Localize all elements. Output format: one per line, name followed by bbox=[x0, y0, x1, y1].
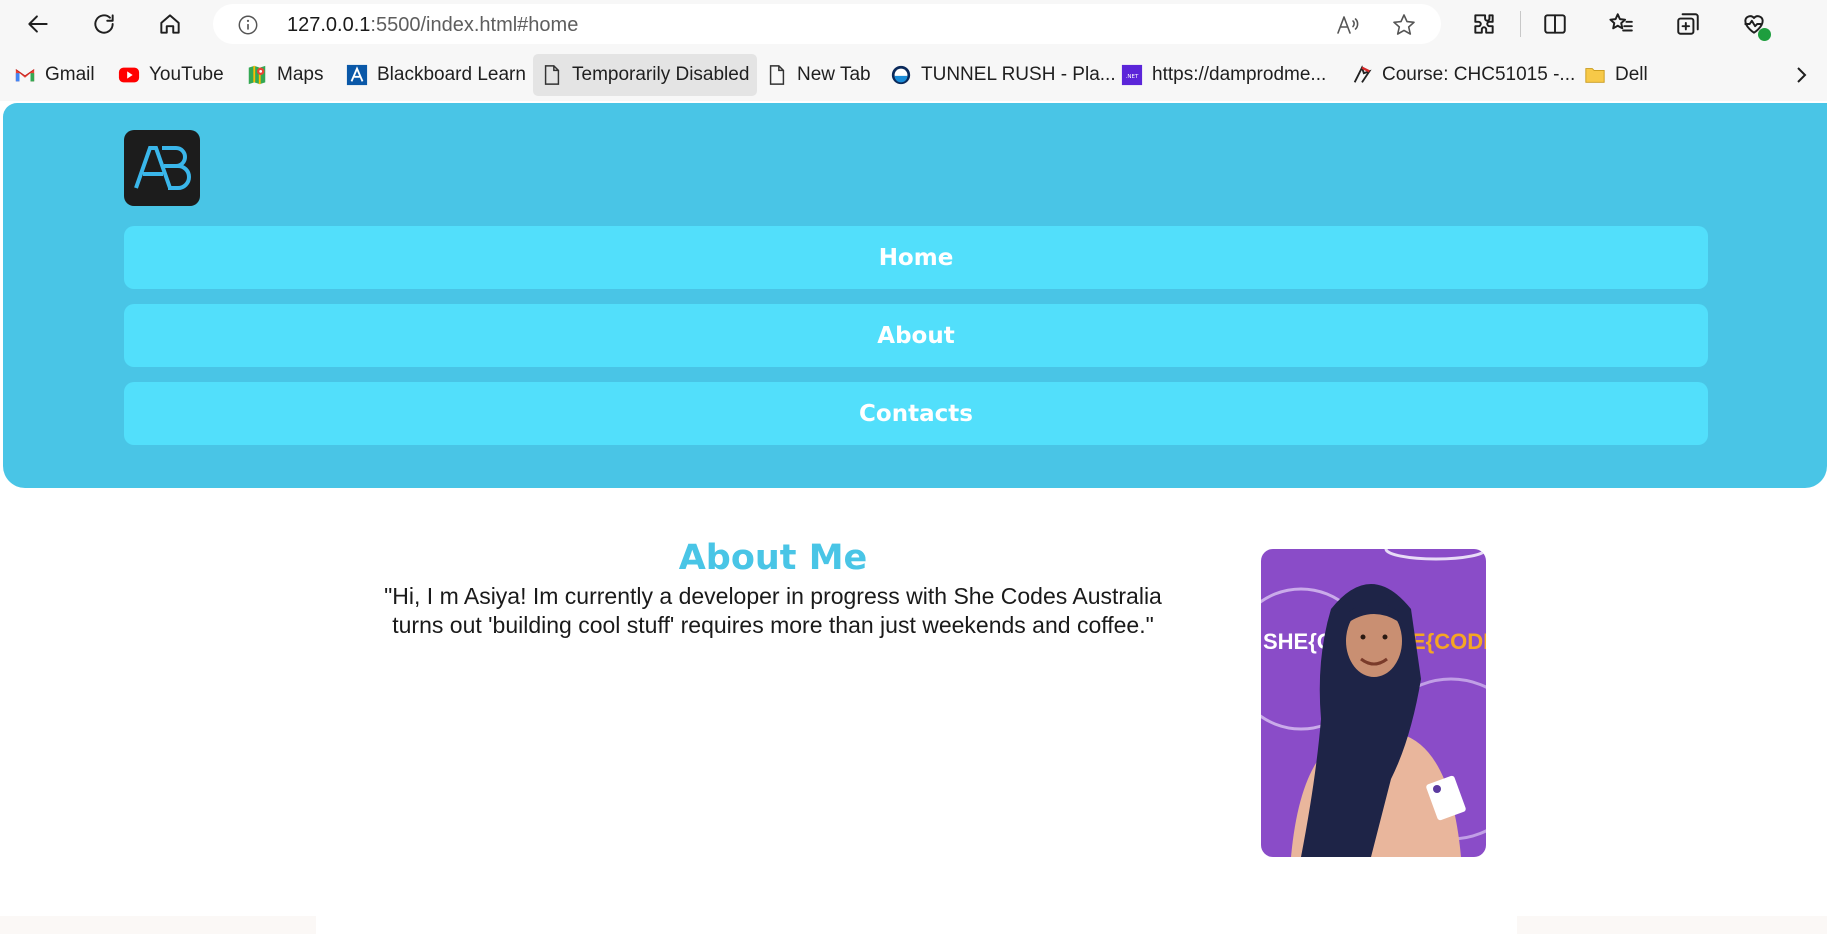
favorites-list-icon bbox=[1609, 13, 1633, 32]
read-aloud-icon[interactable] bbox=[1335, 12, 1361, 38]
bookmark-label: TUNNEL RUSH - Pla... bbox=[921, 64, 1116, 85]
bookmark-gmail[interactable]: Gmail bbox=[14, 61, 95, 89]
nav-about[interactable]: About bbox=[124, 304, 1708, 367]
home-button[interactable] bbox=[152, 6, 188, 42]
bookmark-maps[interactable]: Maps bbox=[246, 61, 323, 89]
dotnet-icon: .NET bbox=[1121, 64, 1143, 86]
bookmarks-more-button[interactable] bbox=[1789, 63, 1813, 87]
address-bar[interactable]: 127.0.0.1:5500/index.html#home bbox=[213, 4, 1441, 44]
bookmark-label: Gmail bbox=[45, 64, 95, 85]
bookmark-label: Blackboard Learn bbox=[377, 64, 526, 85]
page-viewport: Home About Contacts bbox=[0, 101, 1827, 934]
about-line-2: turns out 'building cool stuff' requires… bbox=[392, 612, 1154, 638]
maps-icon bbox=[246, 64, 268, 86]
course-icon bbox=[1351, 64, 1373, 86]
collections-icon bbox=[1677, 13, 1699, 35]
nav-about-label: About bbox=[877, 322, 955, 349]
footer-strip-right bbox=[1517, 916, 1827, 934]
bookmark-label: New Tab bbox=[797, 64, 871, 85]
photo-banner-right: E{CODES} bbox=[1411, 629, 1486, 654]
bookmark-dell-folder[interactable]: Dell bbox=[1584, 61, 1648, 89]
page-icon bbox=[541, 64, 563, 86]
back-button[interactable] bbox=[20, 6, 56, 42]
browser-essentials-button[interactable] bbox=[1736, 6, 1772, 42]
extensions-button[interactable] bbox=[1466, 6, 1502, 42]
split-screen-icon bbox=[1544, 14, 1566, 34]
collections-button[interactable] bbox=[1670, 6, 1706, 42]
bookmark-blackboard[interactable]: Blackboard Learn bbox=[346, 61, 526, 89]
nav-home[interactable]: Home bbox=[124, 226, 1708, 289]
bookmarks-bar: Gmail YouTube Maps Blackboard Learn Temp… bbox=[0, 49, 1827, 101]
bookmark-tunnel-rush[interactable]: TUNNEL RUSH - Pla... bbox=[890, 61, 1116, 89]
footer-strip-left bbox=[0, 916, 316, 934]
folder-icon bbox=[1584, 64, 1606, 86]
about-description: "Hi, I m Asiya! Im currently a developer… bbox=[368, 582, 1178, 640]
svg-text:.NET: .NET bbox=[1126, 74, 1139, 80]
toolbar-divider bbox=[1520, 11, 1521, 37]
home-icon bbox=[160, 14, 180, 34]
site-info-icon[interactable] bbox=[237, 14, 259, 36]
bookmark-youtube[interactable]: YouTube bbox=[118, 61, 224, 89]
favorites-button[interactable] bbox=[1603, 6, 1639, 42]
nav-contacts[interactable]: Contacts bbox=[124, 382, 1708, 445]
nav-home-label: Home bbox=[878, 244, 954, 271]
bookmark-label: Maps bbox=[277, 64, 324, 85]
browser-toolbar: 127.0.0.1:5500/index.html#home bbox=[0, 0, 1827, 49]
gmail-icon bbox=[14, 64, 36, 86]
puzzle-icon bbox=[1474, 14, 1494, 34]
about-line-1: "Hi, I m Asiya! Im currently a developer… bbox=[384, 583, 1162, 609]
bookmark-label: Dell bbox=[1615, 64, 1648, 85]
bookmark-temporarily-disabled[interactable]: Temporarily Disabled bbox=[533, 54, 758, 96]
tunnel-rush-icon bbox=[890, 64, 912, 86]
profile-photo: SHE{COD E{CODES} bbox=[1261, 549, 1486, 857]
refresh-button[interactable] bbox=[86, 6, 122, 42]
chevron-right-icon bbox=[1797, 67, 1807, 83]
youtube-icon bbox=[118, 64, 140, 86]
favorite-star-icon[interactable] bbox=[1391, 12, 1417, 38]
refresh-icon bbox=[94, 14, 114, 34]
site-logo[interactable] bbox=[124, 130, 200, 206]
back-arrow-icon bbox=[28, 15, 48, 33]
bookmark-course[interactable]: Course: CHC51015 -... bbox=[1351, 61, 1575, 89]
status-check-icon bbox=[1758, 28, 1771, 41]
url-host: 127.0.0.1 bbox=[287, 14, 371, 36]
bookmark-new-tab[interactable]: New Tab bbox=[766, 61, 871, 89]
split-screen-button[interactable] bbox=[1537, 6, 1573, 42]
ab-logo-icon bbox=[134, 146, 191, 190]
url-path: :5500/index.html#home bbox=[370, 14, 579, 36]
site-header: Home About Contacts bbox=[3, 103, 1827, 488]
page-icon bbox=[766, 64, 788, 86]
nav-contacts-label: Contacts bbox=[859, 400, 973, 427]
bookmark-label: https://damprodme... bbox=[1152, 64, 1327, 85]
bookmark-damprodme[interactable]: .NET https://damprodme... bbox=[1121, 61, 1326, 89]
bookmark-label: Temporarily Disabled bbox=[572, 64, 750, 85]
blackboard-icon bbox=[346, 64, 368, 86]
bookmark-label: YouTube bbox=[149, 64, 224, 85]
bookmark-label: Course: CHC51015 -... bbox=[1382, 64, 1576, 85]
url-text[interactable]: 127.0.0.1:5500/index.html#home bbox=[287, 14, 578, 37]
